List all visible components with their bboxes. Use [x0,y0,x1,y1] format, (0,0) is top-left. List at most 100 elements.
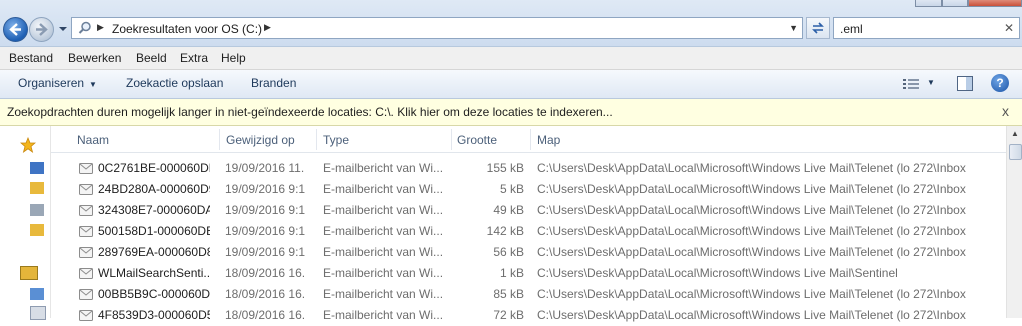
table-row[interactable]: 0C2761BE-000060DD 19/09/2016 11... E-mailb… [51,158,1006,179]
address-dropdown-icon[interactable]: ▼ [789,23,798,33]
close-infobar-icon[interactable]: x [1002,103,1009,119]
table-row[interactable]: 00BB5B9C-000060D7 18/09/2016 16... E-mailb… [51,284,1006,305]
minimize-button[interactable] [915,0,942,7]
documents-icon[interactable] [30,288,44,300]
close-window-button[interactable] [968,0,1022,7]
change-view-icon[interactable] [903,78,919,90]
navigation-pane [0,126,51,320]
file-folder: C:\Users\Desk\AppData\Local\Microsoft\Wi… [537,245,966,259]
star-icon[interactable] [20,137,36,153]
column-name[interactable]: Naam [77,133,109,147]
table-row[interactable]: WLMailSearchSenti... 18/09/2016 16... E-ma… [51,263,1006,284]
preview-pane-icon[interactable] [957,76,973,91]
table-row[interactable]: 324308E7-000060DA 19/09/2016 9:15 E-mailbe… [51,200,1006,221]
file-type: E-mailbericht van Wi... [323,245,444,259]
breadcrumb-separator-icon[interactable]: ▶ [264,22,271,33]
index-info-bar[interactable]: Zoekopdrachten duren mogelijk langer in … [0,99,1022,126]
table-row[interactable]: 24BD280A-000060D9 19/09/2016 9:15 E-mailbe… [51,179,1006,200]
desktop-icon[interactable] [30,162,44,174]
menu-help[interactable]: Help [221,51,246,65]
folder-icon[interactable] [30,182,44,194]
folder-icon[interactable] [30,224,44,236]
file-folder: C:\Users\Desk\AppData\Local\Microsoft\Wi… [537,287,966,301]
email-message-icon [79,163,93,174]
file-name: WLMailSearchSenti... [98,266,210,280]
scroll-up-icon[interactable]: ▲ [1007,126,1022,142]
library-icon[interactable] [20,266,38,280]
clear-search-icon[interactable]: ✕ [1004,21,1014,35]
scroll-thumb[interactable] [1009,144,1022,160]
file-name: 24BD280A-000060D9 [98,182,210,196]
table-row[interactable]: 4F8539D3-000060D5 18/09/2016 16... E-mailb… [51,305,1006,326]
column-divider[interactable] [451,129,452,150]
table-row[interactable]: 289769EA-000060D8 19/09/2016 9:10 E-mailbe… [51,242,1006,263]
file-size: 56 kB [493,245,524,259]
organize-button[interactable]: Organiseren ▼ [18,76,97,90]
file-modified: 18/09/2016 16... [225,308,305,322]
save-search-button[interactable]: Zoekactie opslaan [126,76,223,90]
refresh-icon [812,22,824,34]
email-message-icon [79,226,93,237]
file-name: 289769EA-000060D8 [98,245,210,259]
burn-button[interactable]: Branden [251,76,296,90]
search-input[interactable]: .eml ✕ [833,17,1020,39]
file-type: E-mailbericht van Wi... [323,182,444,196]
network-icon[interactable] [30,204,44,216]
file-type: E-mailbericht van Wi... [323,308,444,322]
menu-file[interactable]: Bestand [9,51,53,65]
back-button[interactable] [3,17,28,42]
file-size: 85 kB [493,287,524,301]
search-value: .eml [840,22,863,36]
file-modified: 19/09/2016 11... [225,161,305,175]
file-size: 1 kB [499,266,524,280]
maximize-button[interactable] [942,0,968,7]
file-modified: 19/09/2016 9:15 [225,182,305,196]
file-folder: C:\Users\Desk\AppData\Local\Microsoft\Wi… [537,224,966,238]
column-header: Naam Gewijzigd op Type Grootte Map [51,126,1006,153]
file-folder: C:\Users\Desk\AppData\Local\Microsoft\Wi… [537,308,966,322]
back-arrow-icon [9,23,21,36]
column-divider[interactable] [219,129,220,150]
menu-view[interactable]: Beeld [136,51,167,65]
address-toolbar: ▶ Zoekresultaten voor OS (C:) ▶ ▼ .eml ✕ [0,0,1022,47]
file-folder: C:\Users\Desk\AppData\Local\Microsoft\Wi… [537,161,966,175]
table-row[interactable]: 500158D1-000060DB 19/09/2016 9:15 E-mailbe… [51,221,1006,242]
address-bar[interactable]: ▶ Zoekresultaten voor OS (C:) ▶ ▼ [71,17,803,39]
file-modified: 18/09/2016 16... [225,287,305,301]
breadcrumb[interactable]: Zoekresultaten voor OS (C:) [112,22,262,36]
column-folder[interactable]: Map [537,133,560,147]
column-size[interactable]: Grootte [457,133,497,147]
refresh-button[interactable] [806,17,830,39]
column-divider[interactable] [316,129,317,150]
file-folder: C:\Users\Desk\AppData\Local\Microsoft\Wi… [537,182,966,196]
menu-tools[interactable]: Extra [180,51,208,65]
file-type: E-mailbericht van Wi... [323,287,444,301]
menu-bar: Bestand Bewerken Beeld Extra Help [0,47,1022,70]
column-divider[interactable] [530,129,531,150]
file-size: 72 kB [493,308,524,322]
recent-pages-chevron-icon[interactable] [58,24,68,34]
file-name: 4F8539D3-000060D5 [98,308,210,322]
breadcrumb-separator-icon[interactable]: ▶ [97,22,104,33]
file-folder: C:\Users\Desk\AppData\Local\Microsoft\Wi… [537,266,898,280]
column-modified[interactable]: Gewijzigd op [226,133,295,147]
menu-edit[interactable]: Bewerken [68,51,121,65]
file-modified: 19/09/2016 9:15 [225,224,305,238]
file-size: 155 kB [486,161,524,175]
info-message[interactable]: Zoekopdrachten duren mogelijk langer in … [7,105,613,119]
organize-label: Organiseren [18,76,85,90]
help-icon[interactable]: ? [991,74,1009,92]
forward-arrow-icon [36,23,48,36]
column-type[interactable]: Type [323,133,349,147]
file-size: 49 kB [493,203,524,217]
window-controls [915,0,1022,7]
chevron-down-icon: ▼ [89,80,97,89]
email-message-icon [79,289,93,300]
file-list: Naam Gewijzigd op Type Grootte Map 0C276… [51,126,1006,322]
file-name: 0C2761BE-000060DD [98,161,210,175]
command-bar: Organiseren ▼ Zoekactie opslaan Branden ▼… [0,70,1022,99]
email-message-icon [79,205,93,216]
forward-button[interactable] [29,17,54,42]
vertical-scrollbar[interactable]: ▲ [1006,126,1022,318]
view-options-chevron-icon[interactable]: ▼ [927,78,935,87]
